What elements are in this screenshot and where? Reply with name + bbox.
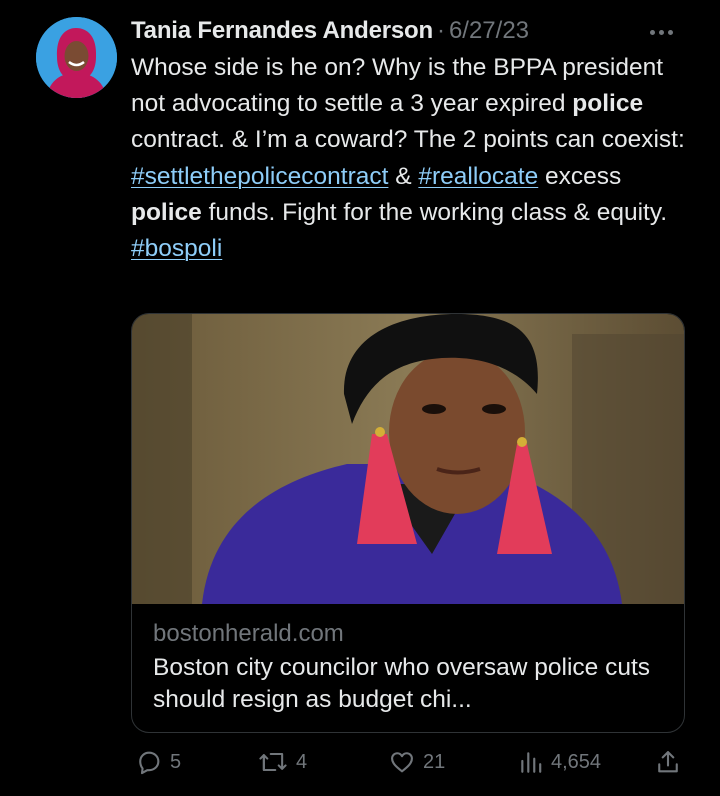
tweet-text-segment: funds. Fight for the working class & equ… [201,198,668,226]
views-chart-icon [521,752,542,773]
like-button[interactable]: 21 [388,744,445,780]
reply-count: 5 [170,750,182,773]
retweet-icon [259,752,287,772]
tweet-text-segment: & [388,162,419,190]
retweet-count: 4 [296,750,308,773]
link-card[interactable]: bostonherald.com Boston city councilor w… [131,313,685,733]
tweet-text-bold: police [131,198,202,226]
tweet-text-bold: police [572,90,644,118]
tweet-text-segment: excess [538,162,622,190]
link-card-title: Boston city councilor who oversaw police… [153,654,651,713]
reply-icon [139,751,160,775]
header-separator: · [436,17,445,44]
author-name[interactable]: Tania Fernandes Anderson [131,14,433,48]
hashtag-link[interactable]: #bospoli [131,235,222,262]
tweet-date[interactable]: 6/27/23 [449,14,529,48]
tweet-text-segment: contract. & I’m a coward? The 2 points c… [131,126,685,154]
views-button[interactable]: 4,654 [518,744,601,780]
like-count: 21 [423,750,446,773]
share-icon [658,751,678,773]
link-card-image [132,314,684,604]
link-card-domain: bostonherald.com [153,620,344,647]
tweet-header: Tania Fernandes Anderson · 6/27/23 [131,14,529,48]
hashtag-link[interactable]: #reallocate [418,163,538,190]
share-button[interactable] [654,744,689,780]
more-icon[interactable] [650,22,684,40]
heart-icon [391,752,413,773]
retweet-button[interactable]: 4 [257,744,307,780]
tweet-text: Whose side is he on? Why is the BPPA pre… [131,50,691,267]
hashtag-link[interactable]: #settlethepolicecontract [131,163,388,190]
views-count: 4,654 [551,750,602,773]
avatar-image [36,17,117,98]
avatar[interactable] [36,17,117,98]
reply-button[interactable]: 5 [135,744,181,780]
action-bar: 5 4 21 4,654 [0,744,720,780]
